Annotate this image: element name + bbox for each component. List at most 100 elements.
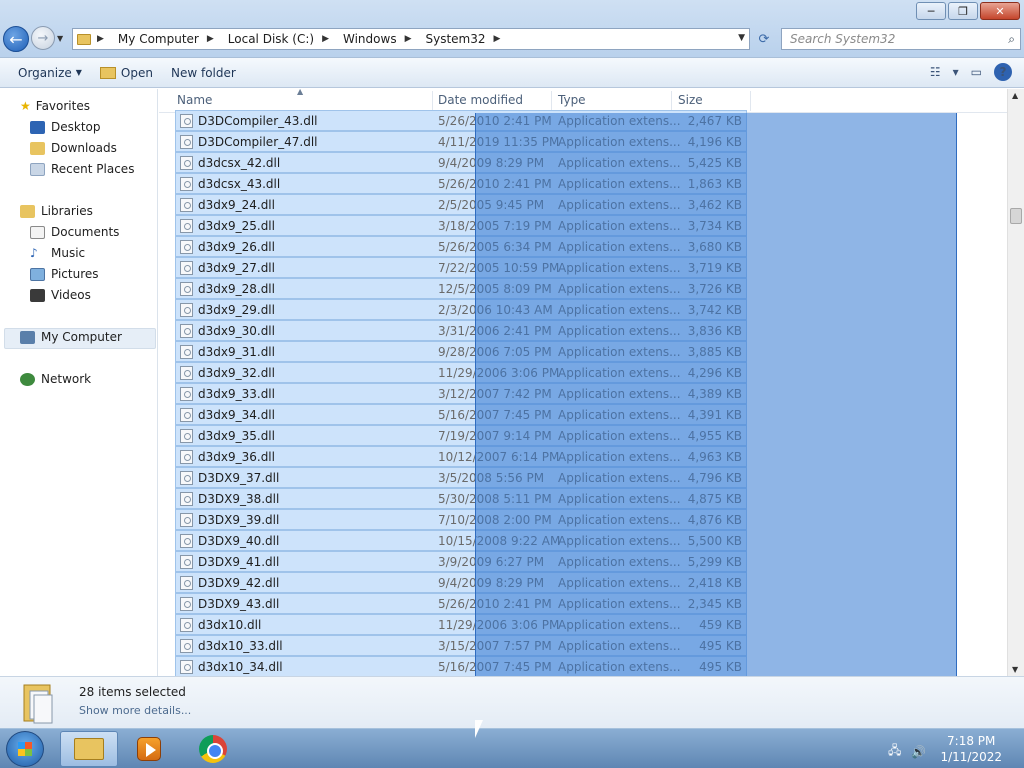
network-icon xyxy=(20,372,35,386)
organize-button[interactable]: Organize ▼ xyxy=(18,66,82,80)
show-more-details-link[interactable]: Show more details... xyxy=(79,704,191,717)
breadcrumb-sep[interactable]: ▶ xyxy=(322,34,335,44)
breadcrumb-label: System32 xyxy=(425,32,486,46)
column-divider[interactable] xyxy=(432,91,433,111)
breadcrumb-sep[interactable]: ▶ xyxy=(207,34,220,44)
scroll-thumb[interactable] xyxy=(1010,208,1022,224)
scroll-down-icon[interactable]: ▼ xyxy=(1012,665,1018,674)
clock[interactable]: 7:18 PM 1/11/2022 xyxy=(940,733,1002,765)
volume-icon[interactable]: 🔊 xyxy=(911,745,926,759)
address-bar[interactable]: ▶ My Computer ▶ Local Disk (C:) ▶ Window… xyxy=(72,28,750,50)
chevron-right-icon: ▶ xyxy=(206,34,214,44)
restore-button[interactable]: ❐ xyxy=(948,2,978,20)
back-button[interactable]: ← xyxy=(3,26,29,52)
forward-button[interactable]: → xyxy=(31,26,55,50)
breadcrumb-label: Windows xyxy=(343,32,397,46)
videos-icon xyxy=(30,288,45,302)
taskbar: 🖧 🔊 7:18 PM 1/11/2022 xyxy=(0,728,1024,768)
chevron-right-icon: ▶ xyxy=(493,34,501,44)
preview-pane-icon[interactable]: ▭ xyxy=(971,65,982,79)
file-name: d3dx9_34.dll xyxy=(198,408,275,422)
open-label: Open xyxy=(120,65,153,80)
nav-documents[interactable]: Documents xyxy=(30,225,119,239)
search-icon[interactable]: ⌕ xyxy=(1008,32,1015,47)
dll-file-icon xyxy=(180,282,193,296)
file-name: d3dx9_33.dll xyxy=(198,387,275,401)
chevron-right-icon: ▶ xyxy=(404,34,412,44)
taskbar-explorer[interactable] xyxy=(60,731,118,767)
nav-libraries[interactable]: Libraries xyxy=(20,204,93,218)
file-list[interactable]: ▲ Name Date modified Type Size D3DCompil… xyxy=(159,89,1007,676)
search-placeholder: Search System32 xyxy=(790,32,896,46)
column-date-modified[interactable]: Date modified xyxy=(438,93,523,107)
breadcrumb-sep[interactable]: ▶ xyxy=(494,34,507,44)
pictures-icon xyxy=(30,267,45,281)
open-button[interactable]: Open xyxy=(99,65,153,80)
nav-pictures[interactable]: Pictures xyxy=(30,267,99,281)
breadcrumb-root[interactable]: ▶ xyxy=(97,34,110,44)
file-name: d3dx9_30.dll xyxy=(198,324,275,338)
dll-file-icon xyxy=(180,492,193,506)
dll-file-icon xyxy=(180,114,193,128)
network-tray-icon[interactable]: 🖧 xyxy=(888,741,901,762)
file-name: d3dx9_27.dll xyxy=(198,261,275,275)
breadcrumb-label: My Computer xyxy=(117,32,199,46)
dll-file-icon xyxy=(180,156,193,170)
change-view-icon[interactable]: ☷ xyxy=(930,65,941,79)
dll-file-icon xyxy=(180,618,193,632)
new-folder-button[interactable]: New folder xyxy=(171,66,236,80)
dll-file-icon xyxy=(180,555,193,569)
address-history-dropdown[interactable]: ▼ xyxy=(738,33,745,43)
column-divider[interactable] xyxy=(551,91,552,111)
refresh-button[interactable]: ⟳ xyxy=(752,28,776,50)
dll-file-icon xyxy=(180,534,193,548)
nav-recent-places[interactable]: Recent Places xyxy=(30,162,134,176)
breadcrumb-windows[interactable]: Windows xyxy=(343,32,397,46)
nav-label: Documents xyxy=(51,225,120,239)
nav-label: Pictures xyxy=(51,267,99,281)
column-size[interactable]: Size xyxy=(678,93,703,107)
dll-file-icon xyxy=(180,408,193,422)
file-name: d3dx9_29.dll xyxy=(198,303,275,317)
taskbar-chrome[interactable] xyxy=(184,731,242,767)
nav-network[interactable]: Network xyxy=(20,372,91,386)
column-divider[interactable] xyxy=(671,91,672,111)
nav-videos[interactable]: Videos xyxy=(30,288,91,302)
nav-music[interactable]: ♪ Music xyxy=(30,246,85,260)
breadcrumb-sep[interactable]: ▶ xyxy=(405,34,418,44)
organize-label: Organize xyxy=(18,65,72,80)
nav-favorites[interactable]: ★ Favorites xyxy=(20,99,90,113)
dll-file-icon xyxy=(180,135,193,149)
nav-desktop[interactable]: Desktop xyxy=(30,120,101,134)
file-name: d3dx9_35.dll xyxy=(198,429,275,443)
folder-open-icon xyxy=(99,66,116,79)
column-divider[interactable] xyxy=(750,91,751,111)
breadcrumb-local-disk[interactable]: Local Disk (C:) xyxy=(228,32,314,46)
chevron-down-icon[interactable]: ▾ xyxy=(953,65,959,79)
start-button[interactable] xyxy=(6,731,44,767)
vertical-scrollbar[interactable]: ▲ ▼ xyxy=(1007,89,1024,676)
breadcrumb-system32[interactable]: System32 xyxy=(426,32,486,46)
close-button[interactable]: ✕ xyxy=(980,2,1020,20)
taskbar-media-player[interactable] xyxy=(120,731,178,767)
command-bar: Organize ▼ Open New folder ☷ ▾ ▭ ? xyxy=(0,58,1024,88)
help-icon[interactable]: ? xyxy=(994,63,1012,81)
column-name[interactable]: Name xyxy=(177,93,212,107)
nav-my-computer[interactable]: My Computer xyxy=(20,330,122,344)
column-type[interactable]: Type xyxy=(558,93,586,107)
nav-label: Downloads xyxy=(51,141,117,155)
search-input[interactable]: Search System32 ⌕ xyxy=(781,28,1021,50)
scroll-up-icon[interactable]: ▲ xyxy=(1012,91,1018,100)
refresh-icon: ⟳ xyxy=(758,31,770,47)
nav-downloads[interactable]: Downloads xyxy=(30,141,117,155)
file-name: D3DX9_43.dll xyxy=(198,597,280,611)
title-address-bar: ─ ❐ ✕ ← → ▼ ▶ My Computer ▶ Local Disk (… xyxy=(0,0,1024,58)
desktop-icon xyxy=(30,120,45,134)
recent-pages-dropdown[interactable]: ▼ xyxy=(57,34,63,43)
multiple-files-icon xyxy=(23,684,53,724)
dll-file-icon xyxy=(180,597,193,611)
file-name: D3DCompiler_47.dll xyxy=(198,135,318,149)
breadcrumb-my-computer[interactable]: My Computer xyxy=(118,32,199,46)
arrow-right-icon: → xyxy=(37,30,49,46)
minimize-button[interactable]: ─ xyxy=(916,2,946,20)
